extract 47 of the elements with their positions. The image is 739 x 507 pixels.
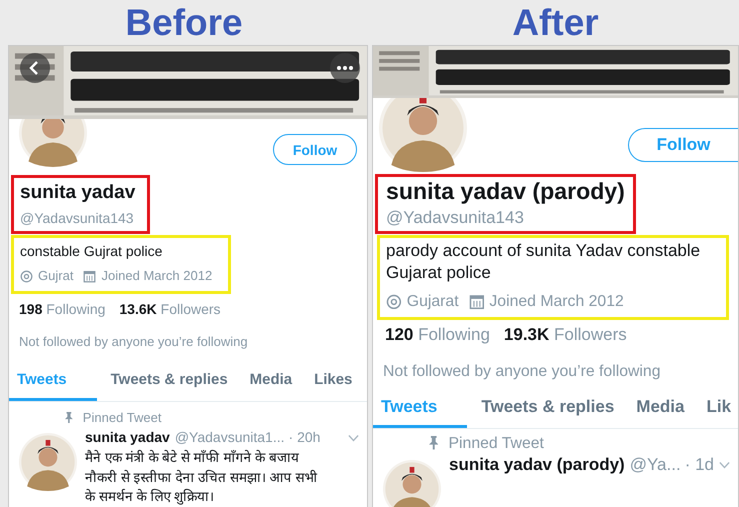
avatar: [19, 433, 77, 492]
calendar-icon: [83, 270, 96, 283]
profile-handle: @Yadavsunita143: [386, 206, 525, 229]
location-pin-icon: [20, 270, 34, 283]
profile-tab[interactable]: Tweets & replies: [473, 390, 622, 428]
stat-link[interactable]: 19.3K Followers: [504, 322, 627, 348]
followed-by-note: Not followed by anyone you’re following: [382, 362, 662, 382]
profile-handle: @Yadavsunita143: [20, 208, 135, 228]
pinned-label: Pinned Tweet: [82, 408, 162, 427]
tweet-time: · 20h: [288, 428, 320, 448]
profile-name: sunita yadav (parody): [386, 177, 625, 206]
panel-heading: After: [511, 1, 600, 45]
profile-tab[interactable]: Tweets & replies: [102, 362, 236, 401]
avatar: [383, 460, 441, 507]
profile-bio: constable Gujrat police: [20, 242, 164, 262]
stat-link[interactable]: 198 Following: [19, 298, 106, 320]
panel-heading: Before: [124, 1, 244, 45]
more-button[interactable]: [330, 53, 360, 83]
join-date: Joined March 2012: [101, 266, 212, 285]
profile-location: Gujarat: [406, 292, 459, 312]
profile-tab[interactable]: Likes: [306, 362, 360, 401]
calendar-icon: [468, 294, 484, 310]
profile-tab[interactable]: Tweets: [9, 362, 97, 401]
follow-button[interactable]: Follow: [628, 128, 738, 162]
profile-tab[interactable]: Lik: [698, 390, 738, 428]
tweet-author: sunita yadav: [85, 428, 170, 448]
profile-bio: parody account of sunita Yadav constable Gujarat police: [386, 240, 702, 284]
join-date: Joined March 2012: [489, 292, 624, 312]
profile-tab[interactable]: Media: [242, 362, 300, 401]
profile-name: sunita yadav: [20, 181, 136, 205]
stat-link[interactable]: 13.6K Followers: [119, 298, 221, 320]
pin-icon: [429, 436, 438, 450]
tweet-text: मैने एक मंत्री के बेटे से माँफी माँगने के बजाय नौकरी से इस्तीफा देना उचित समझा। आप सभी के समर्थन के लिए शुक्रिया।: [85, 448, 318, 507]
pin-icon: [65, 412, 73, 424]
followed-by-note: Not followed by anyone you’re following: [18, 332, 249, 351]
tweet-handle: @Yadavsunita1...: [174, 428, 285, 448]
tweet-author: sunita yadav (parody): [449, 454, 625, 476]
pinned-label: Pinned Tweet: [448, 434, 544, 454]
stat-link[interactable]: 120 Following: [385, 322, 490, 348]
location-pin-icon: [386, 294, 402, 310]
profile-tab[interactable]: Tweets: [373, 390, 468, 428]
back-button[interactable]: [20, 53, 50, 83]
tweet-handle: @Ya...: [630, 454, 681, 476]
follow-button[interactable]: Follow: [273, 134, 357, 165]
profile-tab[interactable]: Media: [628, 390, 692, 428]
profile-location: Gujrat: [38, 266, 74, 285]
tweet-time: · 1d: [684, 454, 714, 476]
